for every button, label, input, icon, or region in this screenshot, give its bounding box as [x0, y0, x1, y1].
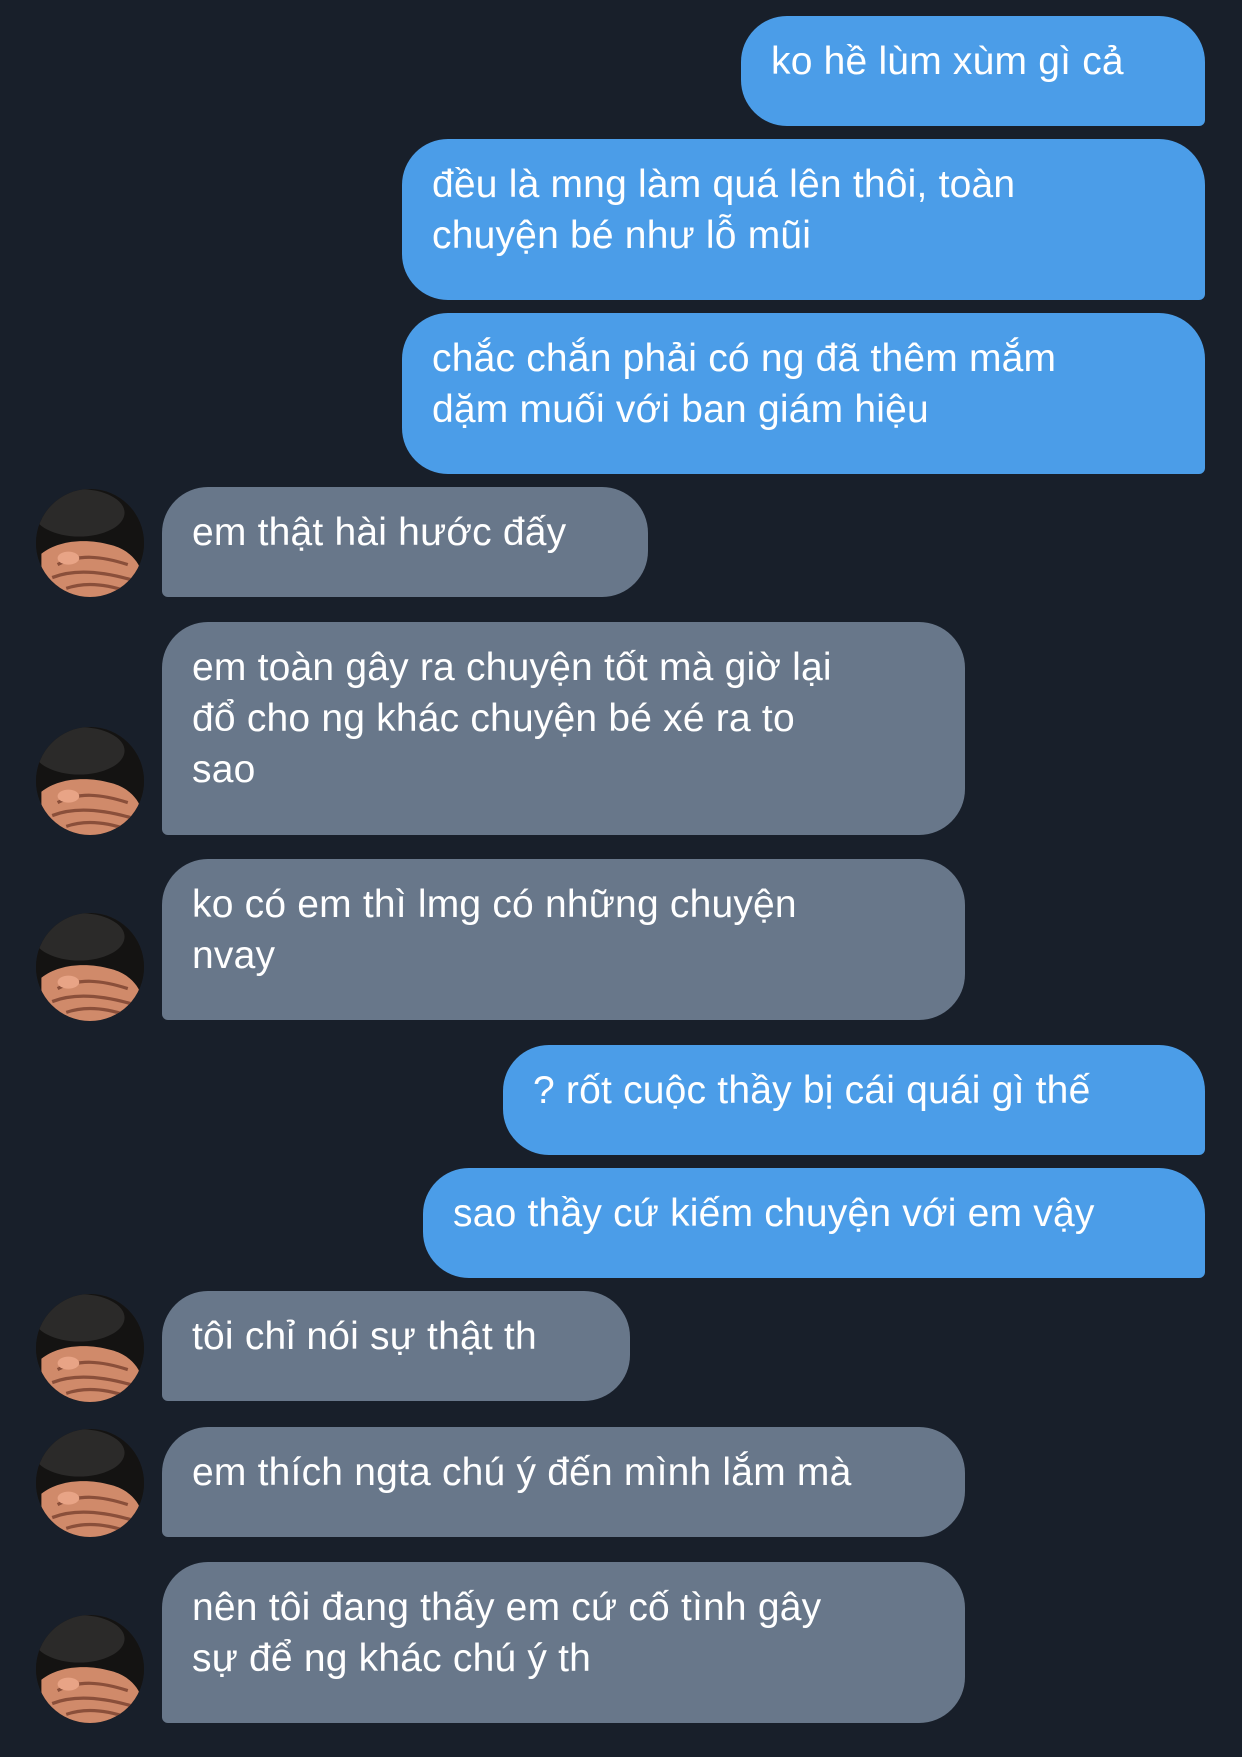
contact-avatar[interactable] [36, 1294, 144, 1402]
message-bubble-incoming[interactable]: em thật hài hước đấy [162, 487, 648, 597]
avatar-photo-icon [36, 913, 144, 1021]
message-bubble-incoming[interactable]: ko có em thì lmg có những chuyện nvay [162, 859, 965, 1020]
avatar-photo-icon [36, 1615, 144, 1723]
message-bubble-outgoing[interactable]: sao thầy cứ kiếm chuyện với em vậy [423, 1168, 1205, 1278]
contact-avatar[interactable] [36, 913, 144, 1021]
avatar-photo-icon [36, 727, 144, 835]
avatar-photo-icon [36, 489, 144, 597]
message-bubble-outgoing[interactable]: chắc chắn phải có ng đã thêm mắm dặm muố… [402, 313, 1205, 474]
message-bubble-incoming[interactable]: tôi chỉ nói sự thật th [162, 1291, 630, 1401]
chat-thread: ko hề lùm xùm gì cả đều là mng làm quá l… [0, 0, 1242, 1757]
message-bubble-incoming[interactable]: em toàn gây ra chuyện tốt mà giờ lại đổ … [162, 622, 965, 835]
contact-avatar[interactable] [36, 489, 144, 597]
message-bubble-outgoing[interactable]: ko hề lùm xùm gì cả [741, 16, 1205, 126]
message-bubble-outgoing[interactable]: ? rốt cuộc thầy bị cái quái gì thế [503, 1045, 1205, 1155]
contact-avatar[interactable] [36, 1615, 144, 1723]
message-bubble-incoming[interactable]: nên tôi đang thấy em cứ cố tình gây sự đ… [162, 1562, 965, 1723]
contact-avatar[interactable] [36, 727, 144, 835]
avatar-photo-icon [36, 1429, 144, 1537]
contact-avatar[interactable] [36, 1429, 144, 1537]
avatar-photo-icon [36, 1294, 144, 1402]
message-bubble-outgoing[interactable]: đều là mng làm quá lên thôi, toàn chuyện… [402, 139, 1205, 300]
message-bubble-incoming[interactable]: em thích ngta chú ý đến mình lắm mà [162, 1427, 965, 1537]
